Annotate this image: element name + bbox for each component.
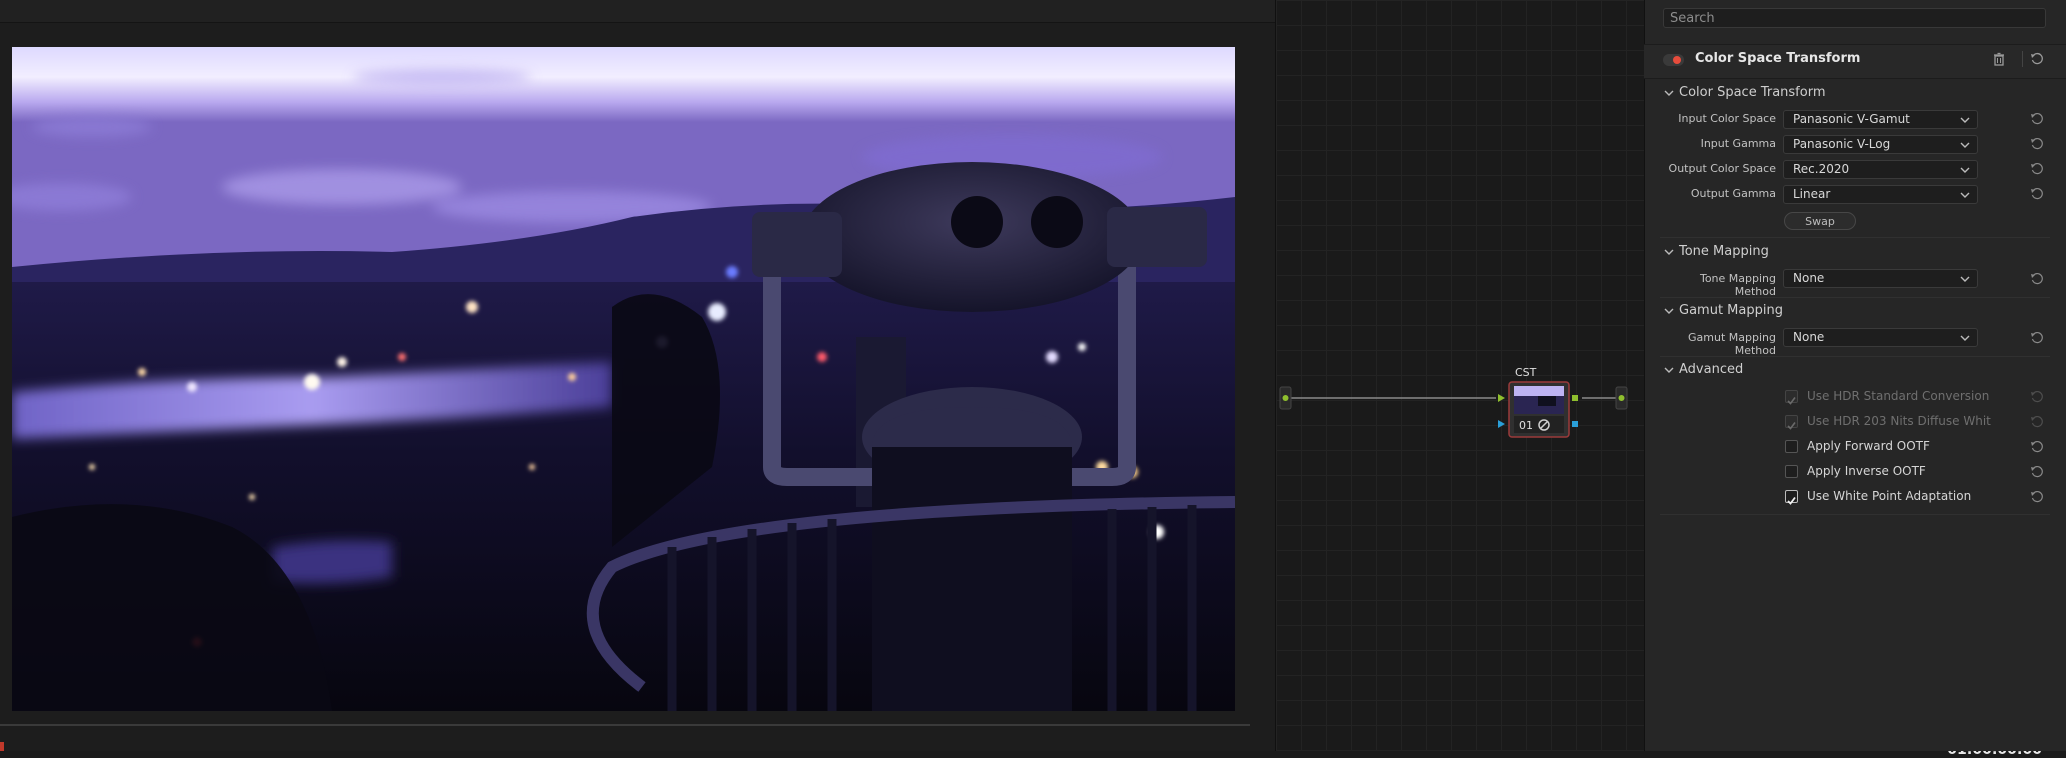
input-color-space-select[interactable]: Panasonic V-Gamut xyxy=(1783,110,1978,129)
playhead-marker[interactable] xyxy=(0,742,4,751)
viewer-toolbar xyxy=(0,0,1275,23)
chevron-down-icon[interactable] xyxy=(1664,88,1674,98)
section-gamut-mapping[interactable]: Gamut Mapping xyxy=(1679,303,1783,318)
tone-mapping-method-label: Tone Mapping Method xyxy=(1699,272,1776,298)
chevron-down-icon xyxy=(1960,142,1970,148)
select-value: Linear xyxy=(1793,187,1831,201)
forward-ootf-label: Apply Forward OOTF xyxy=(1807,439,1930,453)
cst-node[interactable] xyxy=(1508,381,1570,438)
node-label: CST xyxy=(1515,366,1537,379)
select-value: None xyxy=(1793,271,1825,285)
reset-icon[interactable] xyxy=(2030,187,2044,201)
inverse-ootf-label: Apply Inverse OOTF xyxy=(1807,464,1926,478)
search-input[interactable] xyxy=(1663,8,2046,28)
select-value: Rec.2020 xyxy=(1793,162,1850,176)
chevron-down-icon[interactable] xyxy=(1664,365,1674,375)
section-divider xyxy=(1660,514,2050,515)
chevron-down-icon xyxy=(1960,335,1970,341)
chevron-down-icon xyxy=(1960,167,1970,173)
output-color-space-select[interactable]: Rec.2020 xyxy=(1783,160,1978,179)
checkmark-icon xyxy=(1787,422,1796,430)
hdr-203-checkbox xyxy=(1785,415,1798,430)
effect-enable-toggle[interactable] xyxy=(1663,54,1684,66)
hdr-standard-label: Use HDR Standard Conversion xyxy=(1807,389,1990,403)
reset-icon[interactable] xyxy=(2030,137,2044,151)
section-divider xyxy=(1660,356,2050,357)
section-advanced[interactable]: Advanced xyxy=(1679,362,1743,377)
output-gamma-label: Output Gamma xyxy=(1690,187,1776,200)
source-input-node[interactable] xyxy=(1279,386,1292,410)
inverse-ootf-checkbox[interactable] xyxy=(1785,465,1798,478)
input-color-space-label: Input Color Space xyxy=(1678,112,1776,125)
output-gamma-select[interactable]: Linear xyxy=(1783,185,1978,204)
header-divider xyxy=(2022,51,2023,67)
output-node[interactable] xyxy=(1615,386,1628,410)
input-gamma-select[interactable]: Panasonic V-Log xyxy=(1783,135,1978,154)
select-value: Panasonic V-Gamut xyxy=(1793,112,1910,126)
chevron-down-icon[interactable] xyxy=(1664,306,1674,316)
section-tone-mapping[interactable]: Tone Mapping xyxy=(1679,244,1769,259)
forward-ootf-checkbox[interactable] xyxy=(1785,440,1798,453)
chevron-down-icon xyxy=(1960,276,1970,282)
gamut-mapping-method-label: Gamut Mapping Method xyxy=(1688,331,1776,357)
chevron-down-icon xyxy=(1960,192,1970,198)
chevron-down-icon[interactable] xyxy=(1664,247,1674,257)
hdr-203-label: Use HDR 203 Nits Diffuse Whit xyxy=(1807,414,1991,428)
checkmark-icon xyxy=(1787,496,1796,505)
reset-icon[interactable] xyxy=(2030,465,2044,479)
section-divider xyxy=(1660,297,2050,298)
chevron-down-icon xyxy=(1960,117,1970,123)
node-graph-panel[interactable]: CST 01 xyxy=(1275,0,1645,751)
effect-title: Color Space Transform xyxy=(1695,51,1861,66)
reset-icon xyxy=(2031,390,2043,403)
select-value: None xyxy=(1793,330,1825,344)
swap-button[interactable]: Swap xyxy=(1784,212,1856,230)
hdr-standard-checkbox xyxy=(1785,390,1798,405)
reset-icon[interactable] xyxy=(2030,440,2044,454)
section-divider xyxy=(1660,237,2050,238)
reset-icon[interactable] xyxy=(2030,112,2044,126)
node-number: 01 xyxy=(1519,419,1533,432)
select-value: Panasonic V-Log xyxy=(1793,137,1891,151)
reset-icon[interactable] xyxy=(2030,162,2044,176)
checkmark-icon xyxy=(1787,397,1796,405)
viewer-image[interactable] xyxy=(12,47,1235,711)
white-point-checkbox[interactable] xyxy=(1785,490,1798,505)
reset-icon xyxy=(2031,415,2043,428)
reset-icon[interactable] xyxy=(2030,52,2044,66)
reset-icon[interactable] xyxy=(2030,331,2044,345)
output-color-space-label: Output Color Space xyxy=(1668,162,1776,175)
input-gamma-label: Input Gamma xyxy=(1700,137,1776,150)
trash-icon[interactable] xyxy=(1992,52,2006,66)
white-point-label: Use White Point Adaptation xyxy=(1807,489,1972,503)
tone-mapping-method-select[interactable]: None xyxy=(1783,269,1978,288)
gamut-mapping-method-select[interactable]: None xyxy=(1783,328,1978,347)
reset-icon[interactable] xyxy=(2030,272,2044,286)
reset-icon[interactable] xyxy=(2030,490,2044,504)
section-color-space-transform[interactable]: Color Space Transform xyxy=(1679,85,1826,100)
timeline-scrubber[interactable] xyxy=(0,724,1250,726)
